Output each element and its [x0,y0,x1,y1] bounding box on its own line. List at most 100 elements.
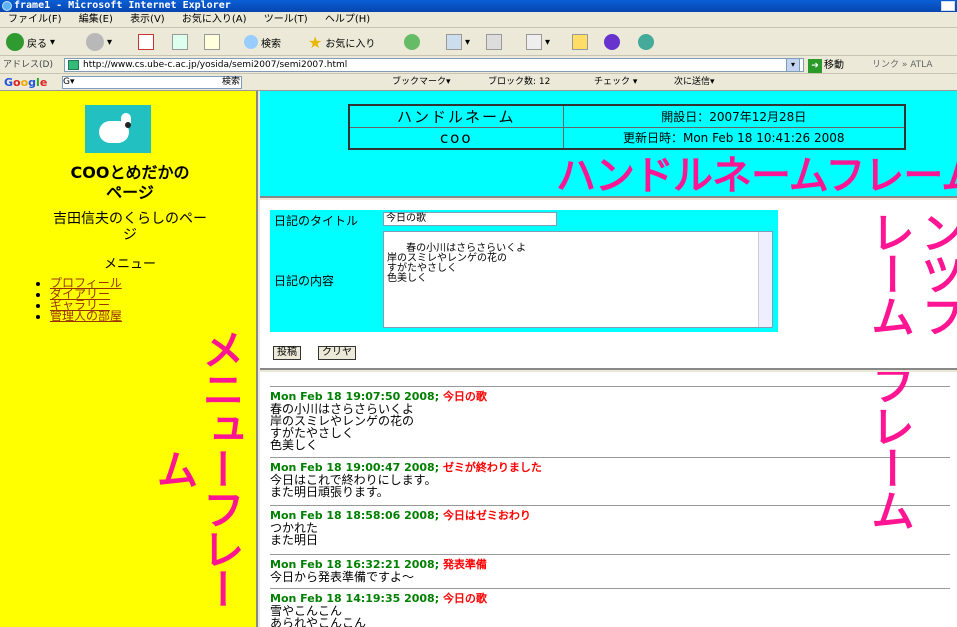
home-icon [204,34,220,50]
search-label: 検索 [261,38,281,50]
address-bar: アドレス(D) http://www.cs.ube-c.ac.jp/yosida… [0,56,957,74]
google-logo: Google [4,76,48,89]
diary-entry: Mon Feb 18 14:19:35 2008; 今日の歌 雪やこんこん あら… [270,588,950,627]
bookmarks-button[interactable]: ブックマーク▾ [392,74,451,91]
folder-icon [572,34,588,50]
refresh-button[interactable] [172,31,188,53]
submit-button[interactable]: 投稿 [273,346,301,360]
diary-entry: Mon Feb 18 18:58:06 2008; 今日はゼミおわり つかれた … [270,505,950,546]
entry-line: あられやこんこん [270,616,367,627]
favorites-label: お気に入り [325,38,376,50]
stop-button[interactable] [138,31,154,53]
search-icon [244,35,258,49]
diary-title-input[interactable]: 今日の歌 [383,212,557,226]
entry-title: 今日の歌 [442,592,487,605]
url-field[interactable]: http://www.cs.ube-c.ac.jp/yosida/semi200… [64,58,804,72]
google-search-input[interactable]: G▾ [62,76,242,89]
star-icon: ★ [308,32,323,52]
diary-body-textarea[interactable]: 春の小川はさらさらいくよ 岸のスミレやレンゲの花の すがたやさしく 色美しく [383,231,773,328]
send-to-button[interactable]: 次に送信▾ [674,74,715,91]
menu-heading: メニュー [103,257,156,272]
research-button[interactable] [604,31,620,53]
address-label: アドレス(D) [3,60,53,70]
minimize-button[interactable] [941,1,955,11]
back-label: 戻る [27,38,47,50]
entry-title: 発表準備 [442,558,487,571]
entry-line: 今日から発表準備ですよ〜 [270,570,415,584]
refresh-icon [172,34,188,50]
diary-entry: Mon Feb 18 19:00:47 2008; ゼミが終わりました 今日はこ… [270,457,950,498]
menu-favorites[interactable]: お気に入り(A) [182,12,247,28]
forward-button[interactable]: ▾ [86,31,112,53]
entry-title: 今日の歌 [442,390,487,403]
entry-line: 岸のスミレやレンゲの花の [270,414,415,428]
content-frame-annotation: コンテンツフレーム [863,210,957,336]
menu-link-admin-room[interactable]: 管理人の部屋 [50,309,122,323]
window-title-bar: frame1 - Microsoft Internet Explorer [0,0,957,12]
menu-frame-annotation: メニューフレーム [150,328,245,608]
back-arrow-icon [6,33,24,51]
favorites-button[interactable]: ★ お気に入り [308,31,375,53]
textarea-scrollbar[interactable] [758,232,772,327]
home-button[interactable] [204,31,220,53]
menu-file[interactable]: ファイル(F) [8,12,62,28]
mail-button[interactable]: ▾ [446,31,470,53]
window-title: frame1 - Microsoft Internet Explorer [14,0,231,11]
links-label[interactable]: リンク » ATLA [872,56,933,74]
clear-button[interactable]: クリヤ [318,346,356,360]
diary-form: 日記のタイトル 今日の歌 日記の内容 春の小川はさらさらいくよ 岸のスミレやレン… [270,210,778,332]
diary-body-label: 日記の内容 [274,274,335,288]
back-button[interactable]: 戻る ▾ [6,31,55,53]
dog-logo-image [85,105,151,153]
search-button[interactable]: 検索 [244,31,281,53]
url-text: http://www.cs.ube-c.ac.jp/yosida/semi200… [83,60,348,70]
messenger-icon [638,34,654,50]
popup-blocked-count[interactable]: ブロック数: 12 [488,74,550,91]
diary-title-label: 日記のタイトル [274,214,359,228]
owner-title-line-2: ジ [123,227,137,243]
print-button[interactable] [486,31,502,53]
url-dropdown-button[interactable]: ▾ [786,58,800,72]
history-icon [404,34,420,50]
folder-button[interactable] [572,31,588,53]
site-title: COOとめだかの ページ [10,163,250,203]
entry-line: 雪やこんこん [270,604,343,618]
entry-title: ゼミが終わりました [442,461,542,474]
entry-line: また明日 [270,533,319,547]
chevron-down-icon: ▾ [545,36,551,48]
menu-help[interactable]: ヘルプ(H) [325,12,370,28]
menu-edit[interactable]: 編集(E) [79,12,113,28]
content-frame: 日記のタイトル 今日の歌 日記の内容 春の小川はさらさらいくよ 岸のスミレやレン… [260,200,957,370]
owner-title: 吉田信夫のくらしのペー ジ [10,211,250,243]
stop-icon [138,34,154,50]
chevron-down-icon: ▾ [107,36,113,48]
diary-entry: Mon Feb 18 16:32:21 2008; 発表準備 今日から発表準備で… [270,554,950,583]
menu-frame: COOとめだかの ページ 吉田信夫のくらしのペー ジ メニュー プロフィール ダ… [0,91,258,627]
page-icon [68,60,79,70]
owner-title-line-1: 吉田信夫のくらしのペー [53,211,207,227]
go-button[interactable]: ➜ 移動 [808,57,844,75]
entry-title: 今日はゼミおわり [442,509,531,522]
handle-value: coo [348,127,564,149]
menu-tools[interactable]: ツール(T) [264,12,308,28]
forward-arrow-icon [86,33,104,51]
entry-line: 色美しく [270,438,319,452]
site-title-line-1: COOとめだかの [70,163,190,182]
handle-label: ハンドルネーム [348,104,564,128]
print-icon [486,34,502,50]
word-icon [526,34,542,50]
entry-line: すがたやさしく [270,426,355,440]
menu-view[interactable]: 表示(V) [130,12,165,28]
chevron-down-icon: ▾ [50,36,56,48]
opened-date: 開設日：2007年12月28日 [562,104,906,128]
research-icon [604,34,620,50]
ie-icon [2,1,12,11]
edit-button[interactable]: ▾ [526,31,550,53]
history-button[interactable] [404,31,420,53]
google-search-button[interactable]: 検索 [222,74,240,91]
diary-list-frame: Mon Feb 18 19:07:50 2008; 今日の歌 春の小川はさらさら… [260,372,957,627]
spell-check-button[interactable]: チェック ▾ [594,74,637,91]
go-label: 移動 [824,60,844,71]
messenger-button[interactable] [638,31,654,53]
site-title-line-2: ページ [106,183,154,202]
